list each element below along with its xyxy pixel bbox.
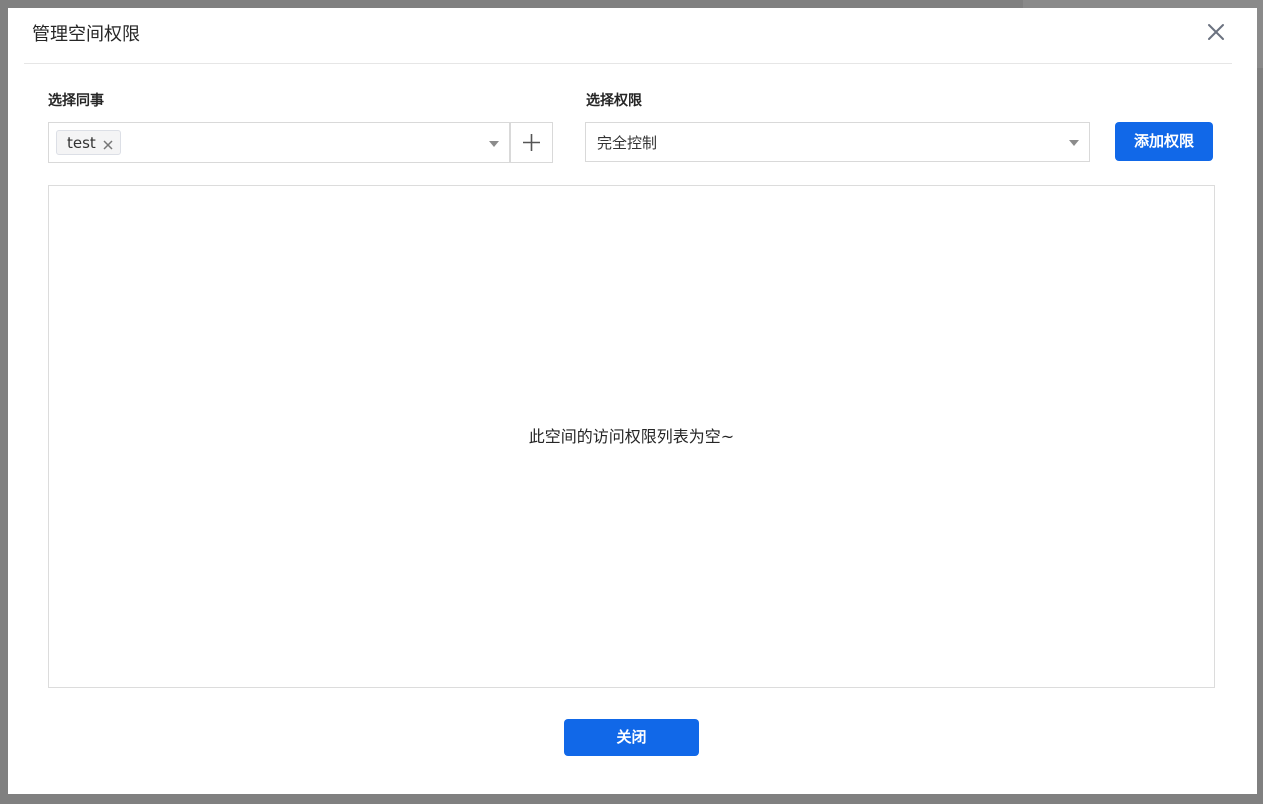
add-permission-button[interactable]: 添加权限: [1115, 122, 1213, 161]
tag-label: test: [67, 133, 96, 152]
permission-label: 选择权限: [586, 93, 642, 109]
manage-permissions-dialog: 管理空间权限 选择同事 选择权限 test 完全控制 添加权限 此空间的访问权限…: [8, 8, 1257, 794]
chevron-down-icon: [489, 140, 499, 147]
add-colleague-button[interactable]: [510, 122, 553, 163]
plus-icon: [523, 134, 540, 151]
close-icon[interactable]: [1204, 20, 1228, 44]
close-button[interactable]: 关闭: [564, 719, 699, 756]
chevron-down-icon: [1069, 140, 1079, 146]
colleague-label: 选择同事: [48, 93, 104, 109]
permission-select[interactable]: 完全控制: [585, 122, 1090, 162]
permission-select-value: 完全控制: [597, 134, 658, 152]
empty-list-message: 此空间的访问权限列表为空~: [528, 427, 735, 446]
dialog-header: 管理空间权限: [24, 8, 1232, 64]
dialog-title: 管理空间权限: [32, 24, 140, 45]
selected-colleague-tag: test: [56, 130, 121, 155]
colleague-select[interactable]: test: [48, 122, 510, 163]
tag-remove-icon[interactable]: [102, 137, 114, 150]
permission-list: 此空间的访问权限列表为空~: [48, 185, 1215, 688]
